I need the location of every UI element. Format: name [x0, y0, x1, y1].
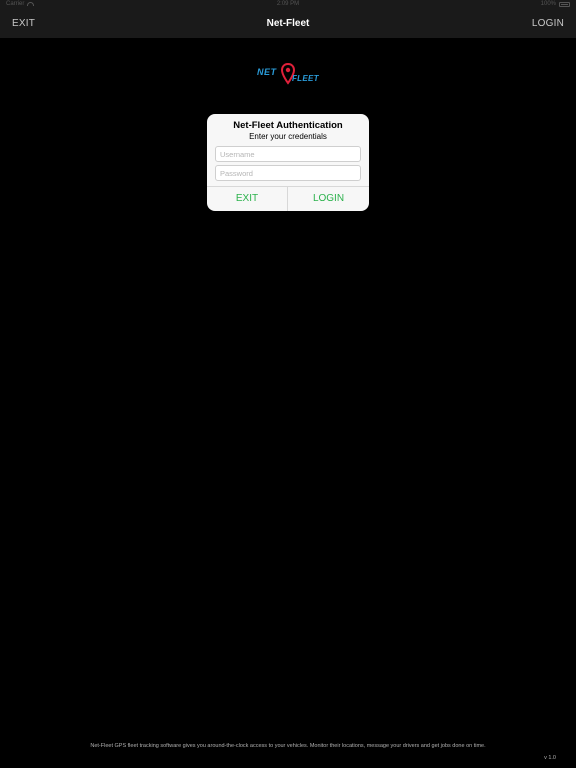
- logo-text-net: NET: [257, 67, 277, 77]
- nav-login-button[interactable]: LOGIN: [532, 10, 564, 38]
- version-label: v 1.0: [544, 755, 556, 761]
- status-right: 100%: [541, 1, 570, 7]
- battery-percent: 100%: [540, 1, 556, 7]
- battery-icon: [559, 1, 570, 7]
- username-input[interactable]: [215, 146, 361, 162]
- dialog-login-button[interactable]: LOGIN: [288, 187, 369, 211]
- net-fleet-logo: NET FLEET: [252, 62, 324, 88]
- app-screen: Carrier 2:09 PM 100% EXIT Net-Fleet LOGI…: [0, 0, 576, 768]
- logo-text-fleet: FLEET: [292, 74, 319, 83]
- nav-title: Net-Fleet: [266, 18, 310, 29]
- dialog-exit-button[interactable]: EXIT: [207, 187, 287, 211]
- navigation-bar: EXIT Net-Fleet LOGIN: [0, 10, 576, 38]
- status-bar: Carrier 2:09 PM 100%: [0, 0, 576, 10]
- footer-description: Net-Fleet GPS fleet tracking software gi…: [90, 743, 486, 749]
- password-input[interactable]: [215, 165, 361, 181]
- dialog-message: Enter your credentials: [249, 132, 327, 141]
- dialog-title: Net-Fleet Authentication: [233, 120, 343, 131]
- authentication-dialog: Net-Fleet Authentication Enter your cred…: [207, 114, 369, 211]
- status-time: 2:09 PM: [276, 1, 300, 7]
